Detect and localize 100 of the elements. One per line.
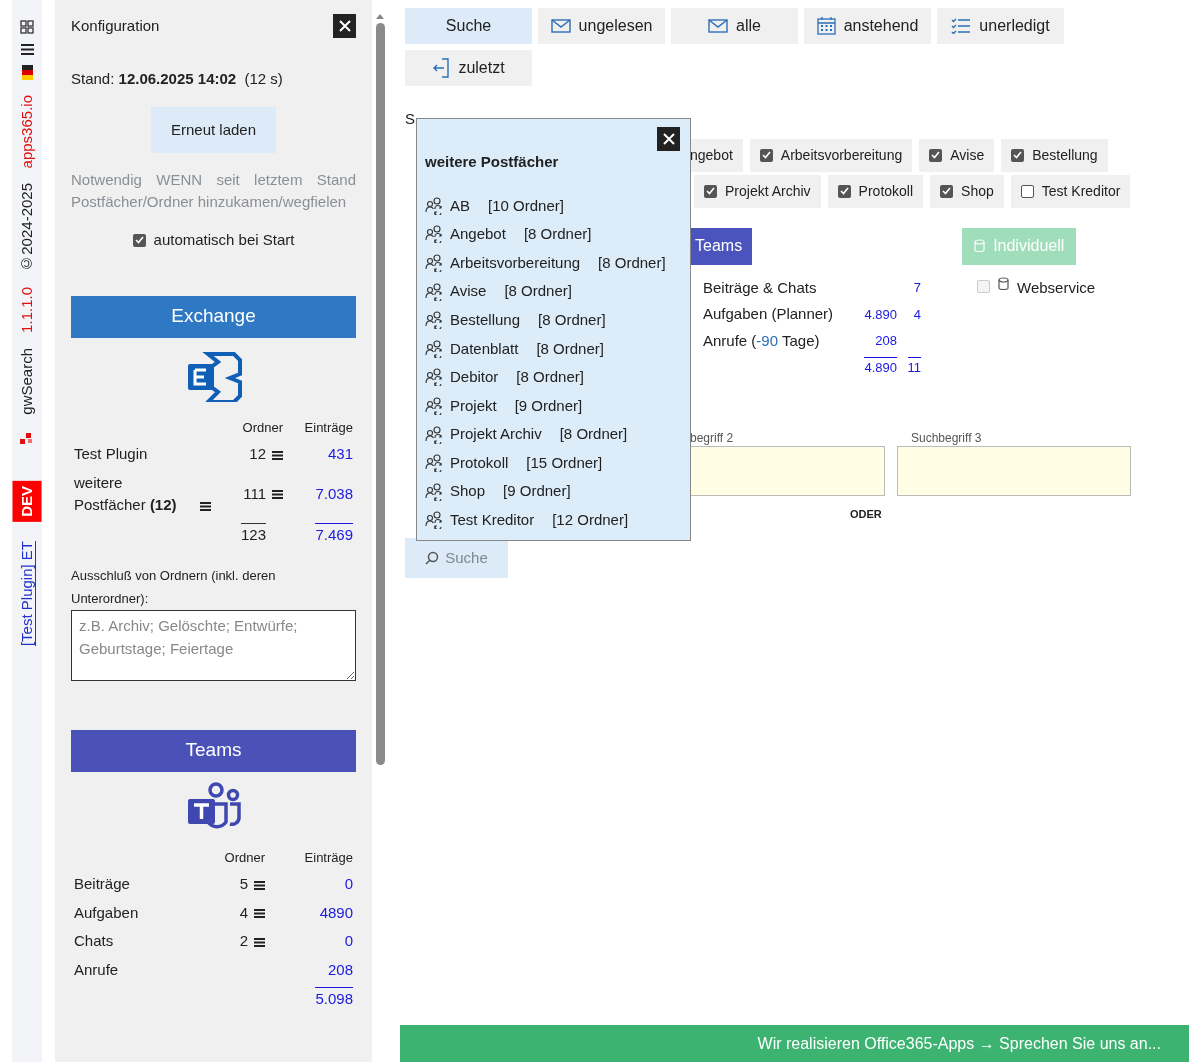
mailbox-chip[interactable]: Avise: [919, 138, 995, 172]
search-icon: [425, 551, 440, 565]
panel-title: Konfiguration: [71, 15, 160, 36]
flag-icon[interactable]: [21, 65, 33, 80]
exclusion-field[interactable]: z.B. Archiv; Gelöschte; Entwürfe; Geburtstage; Feiertage: [71, 610, 356, 681]
database-icon: [998, 276, 1009, 291]
toolbar-tab[interactable]: unerledigt: [937, 8, 1064, 44]
list-icon: [254, 908, 265, 920]
list-icon: [272, 449, 283, 461]
check-icon: [942, 187, 952, 195]
toolbar-tab[interactable]: zuletzt: [405, 50, 532, 86]
vertical-text: ©2024-2025: [16, 183, 36, 273]
close-icon: [338, 20, 351, 32]
toolbar-tab[interactable]: Suche: [405, 8, 532, 44]
teams-button[interactable]: Teams: [690, 227, 753, 265]
entry-count[interactable]: 0: [265, 930, 353, 953]
stat-value: 4.890: [863, 305, 897, 324]
reload-button[interactable]: Erneut laden: [150, 106, 277, 153]
scroll-up-icon[interactable]: [376, 14, 384, 19]
entry-count[interactable]: 4890: [265, 901, 353, 924]
list-icon: [272, 489, 283, 501]
mailbox-name[interactable]: Datenblatt: [450, 337, 519, 360]
folder-count: [8 Ordner]: [504, 281, 572, 302]
entry-count[interactable]: 0: [265, 873, 353, 896]
entry-total: 5.098: [315, 987, 353, 1011]
column-header: Ordner: [223, 848, 265, 867]
enter-icon: [432, 58, 451, 78]
folder-count: [8 Ordner]: [538, 309, 606, 330]
people-icon: [425, 225, 444, 244]
row-label: Aufgaben: [74, 902, 139, 923]
auto-start-checkbox[interactable]: automatisch bei Start: [71, 229, 356, 252]
exchange-logo: [185, 351, 242, 402]
menu-icon[interactable]: [20, 43, 34, 56]
mailbox-chip[interactable]: Arbeitsvorbereitung: [749, 138, 913, 172]
people-icon: [425, 482, 444, 501]
mailbox-name[interactable]: Angebot: [450, 223, 506, 246]
hint-text: Notwendig WENN seit letztem Stand Postfächer/Ordner hinzukamen/wegfielen: [71, 170, 356, 212]
checklist-icon: [951, 18, 972, 34]
grid-icon[interactable]: [20, 20, 34, 34]
toolbar-tab[interactable]: ungelesen: [538, 8, 665, 44]
mail-icon: [550, 19, 571, 33]
people-icon: [425, 254, 444, 272]
mailbox-name[interactable]: Projekt Archiv: [450, 423, 542, 446]
mailbox-name[interactable]: Bestellung: [450, 308, 521, 332]
plugin-link[interactable]: [Test Plugin] ET: [15, 540, 39, 646]
folder-total: 123: [240, 522, 266, 546]
folder-count: [9 Ordner]: [514, 395, 583, 416]
popup-title: weitere Postfächer: [425, 152, 559, 172]
mailbox-name[interactable]: Test Kreditor: [450, 509, 535, 532]
column-header: Einträge: [303, 848, 353, 867]
mailbox-name[interactable]: Shop: [450, 480, 486, 503]
folder-count: [8 Ordner]: [598, 252, 666, 273]
folder-count: [15 Ordner]: [526, 452, 603, 473]
mailbox-chip[interactable]: ngebot: [690, 138, 743, 172]
mailbox-name[interactable]: Projekt: [450, 394, 497, 418]
exchange-header[interactable]: Exchange: [71, 295, 356, 338]
mailbox-chip[interactable]: Bestellung: [1001, 138, 1108, 172]
stat-label: Aufgaben (Planner): [703, 304, 835, 324]
close-button[interactable]: [333, 14, 356, 38]
folder-count: [8 Ordner]: [536, 338, 604, 359]
mailbox-name[interactable]: AB: [450, 194, 470, 218]
database-icon: [974, 239, 986, 253]
entry-total: 7.469: [315, 522, 353, 546]
entry-count[interactable]: 208: [265, 958, 353, 981]
check-icon: [839, 187, 849, 195]
row-label: Chats: [74, 931, 114, 951]
people-icon: [425, 196, 444, 215]
timestamp-text: Stand: 12.06.2025 14:02 (12 s): [71, 69, 284, 89]
stat-value: 4: [912, 305, 921, 324]
entry-count[interactable]: 431: [283, 443, 353, 466]
mailbox-chip[interactable]: Shop: [930, 174, 1004, 208]
scrollbar-thumb[interactable]: [375, 23, 385, 765]
check-icon: [706, 187, 715, 195]
mailbox-name[interactable]: Protokoll: [450, 451, 509, 475]
search-field[interactable]: [690, 445, 885, 496]
vertical-text: gwSearch: [16, 348, 36, 415]
people-icon: [425, 454, 444, 473]
mailbox-chip[interactable]: Test Kreditor: [1010, 174, 1131, 208]
mail-icon: [708, 19, 729, 33]
connector-label: ODER: [850, 506, 883, 522]
toolbar-tab[interactable]: alle: [671, 8, 798, 44]
search-field[interactable]: [897, 445, 1131, 496]
folder-count: 4: [239, 903, 248, 921]
row-label: Anrufe: [74, 959, 119, 980]
toolbar-tab[interactable]: anstehend: [804, 8, 931, 44]
folder-count: [8 Ordner]: [523, 224, 592, 245]
close-button[interactable]: [657, 127, 680, 151]
mailbox-name[interactable]: Debitor: [450, 366, 499, 389]
folder-count: [8 Ordner]: [559, 424, 628, 445]
mailbox-name[interactable]: Arbeitsvorbereitung: [450, 251, 581, 275]
vertical-text: 1.1.1.0: [16, 287, 36, 333]
mailbox-chip[interactable]: Projekt Archiv: [694, 174, 821, 208]
dev-badge: DEV: [12, 480, 42, 522]
mailbox-chip[interactable]: Protokoll: [827, 174, 924, 208]
mailbox-name[interactable]: Avise: [450, 280, 487, 303]
webservice-label: Webservice: [1017, 277, 1096, 298]
stat-value: 7: [912, 279, 921, 297]
vertical-text: apps365.io: [16, 95, 36, 169]
teams-header[interactable]: Teams: [71, 729, 356, 772]
entry-count[interactable]: 7.038: [283, 482, 353, 506]
